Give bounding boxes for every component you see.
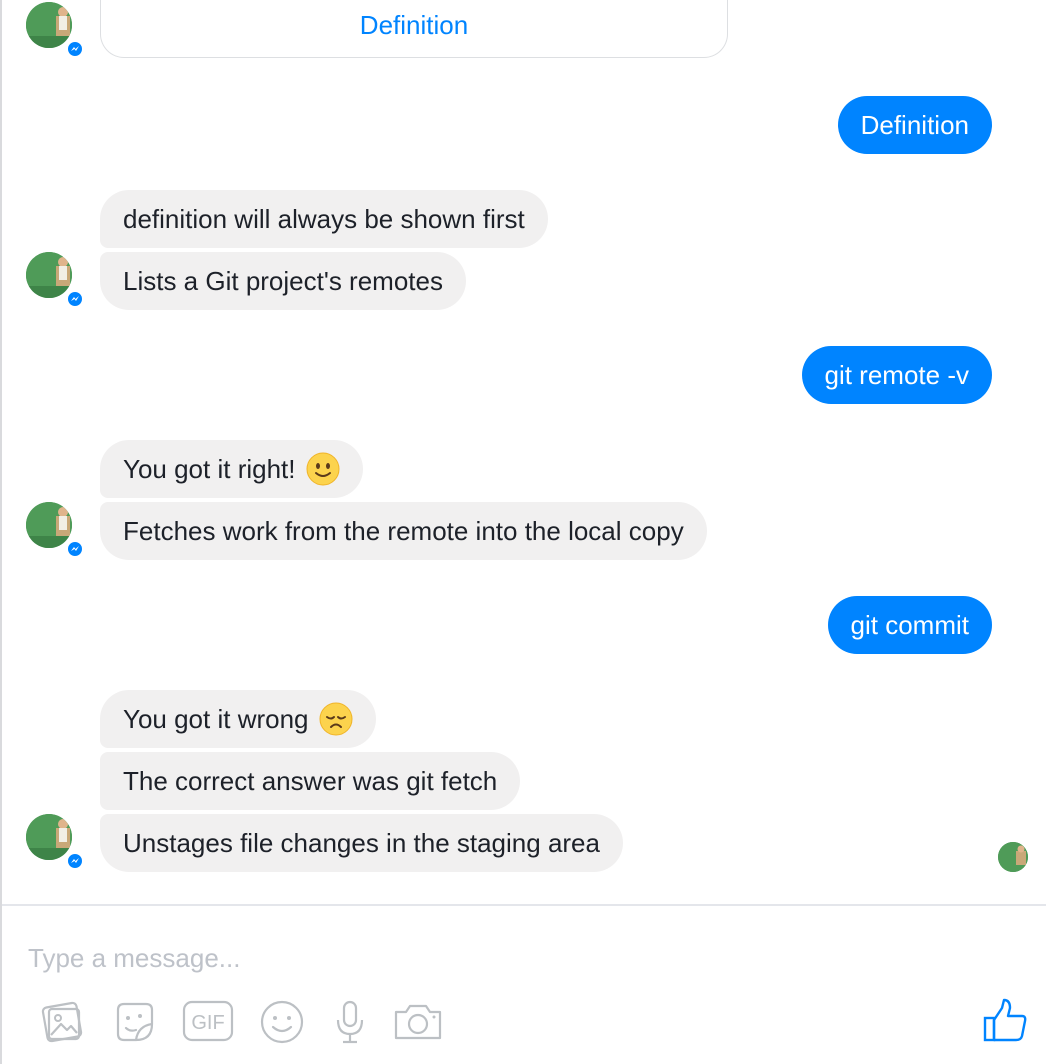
stickers-icon[interactable] (108, 996, 160, 1048)
incoming-message: You got it wrong (100, 690, 376, 748)
conversation: Definition Definition definition will al… (2, 0, 1046, 904)
incoming-message: Lists a Git project's remotes (100, 252, 466, 310)
emoji-icon[interactable] (256, 996, 308, 1048)
avatar-image (26, 502, 72, 548)
gif-icon-label: GIF (191, 1012, 224, 1034)
definition-card-button[interactable]: Definition (360, 10, 468, 41)
incoming-message: You got it right! (100, 440, 363, 498)
definition-card: Definition (100, 0, 728, 58)
incoming-message: definition will always be shown first (100, 190, 548, 248)
incoming-message: Fetches work from the remote into the lo… (100, 502, 707, 560)
camera-icon[interactable] (392, 996, 444, 1048)
messenger-badge-icon (66, 852, 84, 870)
bot-avatar[interactable] (26, 502, 84, 558)
microphone-icon[interactable] (324, 996, 376, 1048)
outgoing-message: Definition (837, 96, 992, 154)
avatar-image (26, 2, 72, 48)
thumbs-up-icon[interactable] (980, 996, 1030, 1046)
messenger-badge-icon (66, 540, 84, 558)
composer-divider (2, 904, 1046, 906)
avatar-image (26, 252, 72, 298)
message-text: You got it right! (123, 453, 296, 484)
disappointed-face-icon (319, 702, 353, 736)
bot-avatar[interactable] (26, 252, 84, 308)
gif-icon[interactable]: GIF (182, 996, 234, 1048)
outgoing-message: git commit (827, 596, 992, 654)
photos-icon[interactable] (36, 996, 88, 1048)
messenger-badge-icon (66, 290, 84, 308)
slightly-smiling-face-icon (306, 452, 339, 486)
seen-receipt-avatar (998, 842, 1028, 872)
bot-avatar[interactable] (26, 814, 84, 870)
message-input[interactable] (28, 938, 728, 978)
messenger-badge-icon (66, 40, 84, 58)
incoming-message: The correct answer was git fetch (100, 752, 521, 810)
message-text: You got it wrong (123, 703, 309, 734)
bot-avatar[interactable] (26, 2, 84, 58)
incoming-message: Unstages file changes in the staging are… (100, 814, 623, 872)
avatar-image (26, 814, 72, 860)
outgoing-message: git remote -v (801, 346, 992, 404)
